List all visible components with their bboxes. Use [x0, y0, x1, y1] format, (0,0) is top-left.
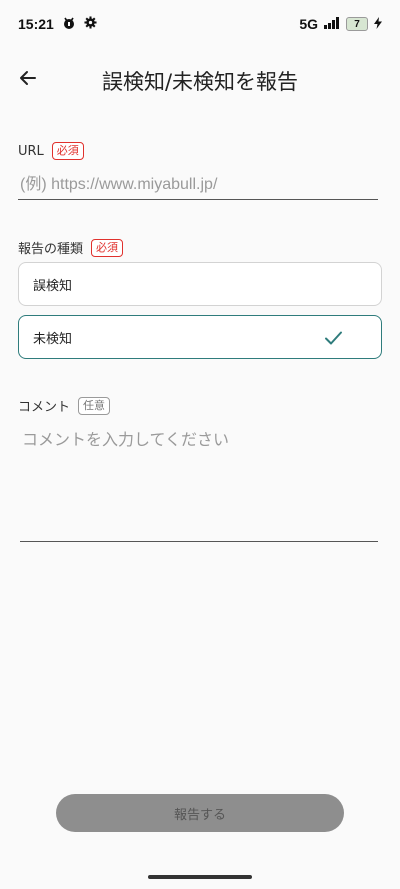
- optional-badge: 任意: [78, 396, 111, 415]
- comment-label: コメント: [18, 400, 71, 415]
- charging-bolt-icon: [374, 16, 382, 32]
- report-type-label-row: 報告の種類 必須: [18, 238, 124, 257]
- checkmark-icon: [323, 328, 343, 348]
- settings-gear-icon: [84, 16, 97, 32]
- option-label: 未検知: [33, 331, 73, 347]
- submit-report-button[interactable]: 報告する: [56, 794, 344, 832]
- url-label: URL: [18, 143, 44, 159]
- option-label: 誤検知: [33, 278, 73, 294]
- required-badge: 必須: [91, 238, 124, 257]
- network-type: 5G: [299, 16, 318, 32]
- app-bar: 誤検知/未検知を報告: [0, 50, 400, 110]
- page-title: 誤検知/未検知を報告: [101, 70, 299, 94]
- status-time: 15:21: [18, 16, 54, 32]
- report-option-false-negative[interactable]: 未検知: [18, 315, 382, 359]
- url-input[interactable]: [18, 170, 378, 200]
- submit-label: 報告する: [173, 807, 226, 823]
- home-indicator[interactable]: [148, 875, 252, 879]
- report-option-false-positive[interactable]: 誤検知: [18, 262, 382, 306]
- notification-app-icon: [62, 16, 76, 33]
- signal-bars-icon: [324, 16, 340, 32]
- status-left: 15:21: [18, 16, 97, 33]
- battery-level: 7: [354, 18, 360, 30]
- comment-label-row: コメント 任意: [18, 396, 111, 415]
- url-label-row: URL 必須: [18, 142, 84, 160]
- report-type-label: 報告の種類: [18, 242, 84, 257]
- comment-input[interactable]: [20, 420, 378, 542]
- status-bar: 15:21 5G 7: [0, 0, 400, 48]
- status-right: 5G 7: [299, 16, 382, 32]
- battery-icon: 7: [346, 17, 368, 31]
- required-badge: 必須: [51, 142, 84, 160]
